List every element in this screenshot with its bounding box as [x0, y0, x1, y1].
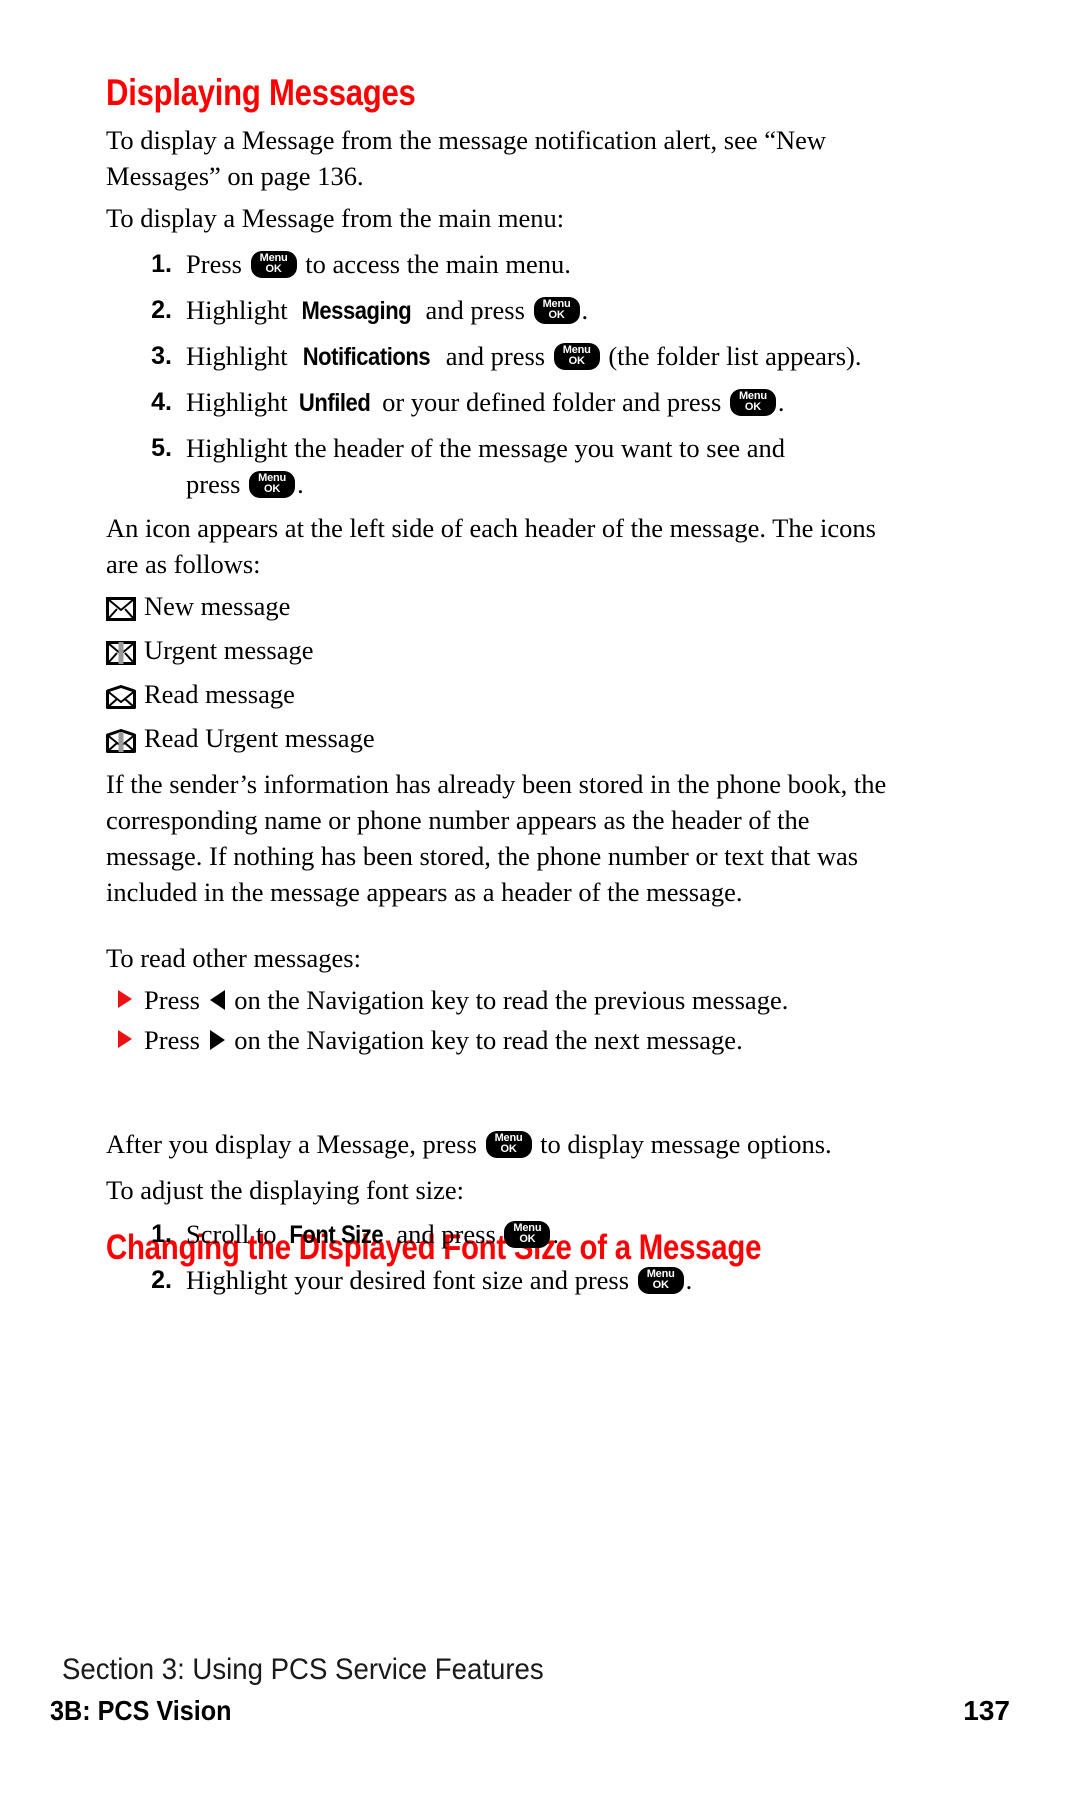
step-number: 2. [151, 296, 172, 324]
intro-paragraph-main-menu: To display a Message from the main menu: [106, 203, 565, 233]
step-text: Press Menu OK to access the main menu. [186, 246, 928, 282]
step-text: Scroll to Font Size and press Menu OK. [186, 1216, 838, 1253]
menu-ok-key-icon: Menu OK [504, 1221, 551, 1248]
intro-paragraph-notification-alert: To display a Message from the message no… [106, 125, 827, 191]
ui-term-messaging: Messaging [301, 297, 412, 325]
menu-ok-key-icon: Menu OK [533, 297, 580, 324]
step-item-3: 3. Highlight Notifications and press Men… [138, 338, 968, 375]
icon-list-item-read-urgent-message: Read Urgent message [106, 720, 375, 756]
step-number: 1. [151, 250, 172, 278]
step-text-pre: Highlight [186, 341, 295, 371]
right-arrow-icon [209, 1030, 225, 1050]
left-arrow-icon [209, 990, 225, 1010]
red-triangle-bullet-icon [118, 1030, 132, 1048]
step-item-4: 4. Highlight Unfiled or your defined fol… [138, 384, 968, 421]
key-label-ok: OK [548, 309, 565, 321]
envelope-closed-urgent-icon [106, 638, 136, 665]
icon-label: Read Urgent message [144, 723, 375, 753]
step-item-5: 5. Highlight the header of the message y… [138, 430, 838, 502]
key-label-ok: OK [744, 401, 761, 413]
ui-term-font-size: Font Size [289, 1221, 384, 1249]
intro-text-pre: After you display a Message, press [106, 1129, 484, 1159]
font-size-intro-paragraph: After you display a Message, press Menu O… [106, 1126, 936, 1162]
menu-ok-key-icon: Menu OK [637, 1267, 684, 1294]
step-text-pre: Highlight [186, 295, 295, 325]
font-step-item-1: 1. Scroll to Font Size and press Menu OK. [138, 1216, 838, 1253]
step-text-post: to access the main menu. [298, 249, 571, 279]
step-text-pre: Scroll to [186, 1219, 284, 1249]
footer-page-number: 137 [963, 1695, 1010, 1726]
document-page: Displaying Messages To display a Message… [0, 0, 1080, 1800]
key-label-ok: OK [264, 483, 281, 495]
sender-information-paragraph: If the sender’s information has already … [106, 769, 887, 907]
step-text: Highlight your desired font size and pre… [186, 1262, 898, 1298]
step-text: Highlight Notifications and press Menu OK… [186, 338, 968, 375]
bullet-text-pre: Press [144, 985, 207, 1015]
menu-ok-key-icon: Menu OK [729, 389, 776, 416]
font-step-item-2: 2. Highlight your desired font size and … [138, 1262, 898, 1298]
key-label-ok: OK [519, 1233, 536, 1245]
step-text-tail: (the folder list appears). [601, 341, 862, 371]
step-text: Highlight the header of the message you … [186, 430, 838, 502]
bullet-text-post: on the Navigation key to read the next m… [227, 1025, 743, 1055]
step-text-pre: Highlight [186, 387, 295, 417]
read-other-messages-intro: To read other messages: [106, 943, 361, 973]
key-label-ok: OK [500, 1143, 517, 1155]
step-text-tail: . [777, 387, 785, 417]
icon-list-item-urgent-message: Urgent message [106, 632, 314, 668]
key-label-ok: OK [568, 355, 585, 367]
key-label-ok: OK [652, 1279, 669, 1291]
bullet-item-next-message: Press on the Navigation key to read the … [118, 1022, 743, 1058]
adjust-font-size-intro: To adjust the displaying font size: [106, 1175, 465, 1205]
icon-label: New message [144, 591, 291, 621]
step-text-pre: Press [186, 249, 249, 279]
step-number: 1. [151, 1220, 172, 1248]
step-number: 2. [151, 1266, 172, 1294]
step-text-pre: Highlight your desired font size and pre… [186, 1265, 636, 1295]
step-text-post: and press [389, 1219, 503, 1249]
step-text-post: and press [439, 341, 552, 371]
icon-list-item-read-message: Read message [106, 676, 295, 712]
bullet-text-post: on the Navigation key to read the previo… [227, 985, 789, 1015]
step-text-post: and press [418, 295, 532, 325]
footer-book-label: 3B: PCS Vision [50, 1695, 232, 1726]
intro-text-post: to display message options. [533, 1129, 832, 1159]
ui-term-unfiled: Unfiled [299, 389, 371, 417]
ui-term-notifications: Notifications [302, 343, 431, 371]
step-text-post: or your defined folder and press [375, 387, 728, 417]
envelope-open-icon [106, 682, 136, 709]
icons-intro-paragraph: An icon appears at the left side of each… [106, 513, 876, 579]
red-triangle-bullet-icon [118, 990, 132, 1008]
step-text-tail: . [685, 1265, 693, 1295]
step-item-2: 2. Highlight Messaging and press Menu OK. [138, 292, 928, 329]
step-text-tail: . [552, 1219, 560, 1249]
footer-section-label: Section 3: Using PCS Service Features [62, 1653, 544, 1686]
step-text: Highlight Messaging and press Menu OK. [186, 292, 928, 329]
menu-ok-key-icon: Menu OK [485, 1131, 532, 1158]
menu-ok-key-icon: Menu OK [249, 471, 296, 498]
key-label-ok: OK [265, 263, 282, 275]
step-item-1: 1. Press Menu OK to access the main menu. [138, 246, 928, 282]
step-number: 3. [151, 342, 172, 370]
envelope-open-urgent-icon [106, 726, 136, 753]
icon-label: Urgent message [144, 635, 314, 665]
menu-ok-key-icon: Menu OK [553, 343, 600, 370]
icon-list-item-new-message: New message [106, 588, 290, 624]
step-text-tail: . [297, 469, 304, 499]
bullet-item-previous-message: Press on the Navigation key to read the … [118, 982, 788, 1018]
step-number: 5. [151, 434, 172, 462]
menu-ok-key-icon: Menu OK [250, 251, 297, 278]
envelope-closed-icon [106, 594, 136, 621]
step-number: 4. [151, 388, 172, 416]
bullet-text-pre: Press [144, 1025, 207, 1055]
icon-label: Read message [144, 679, 295, 709]
step-text: Highlight Unfiled or your defined folder… [186, 384, 968, 421]
step-text-tail: . [581, 295, 589, 325]
page-title-displaying-messages: Displaying Messages [106, 72, 416, 113]
